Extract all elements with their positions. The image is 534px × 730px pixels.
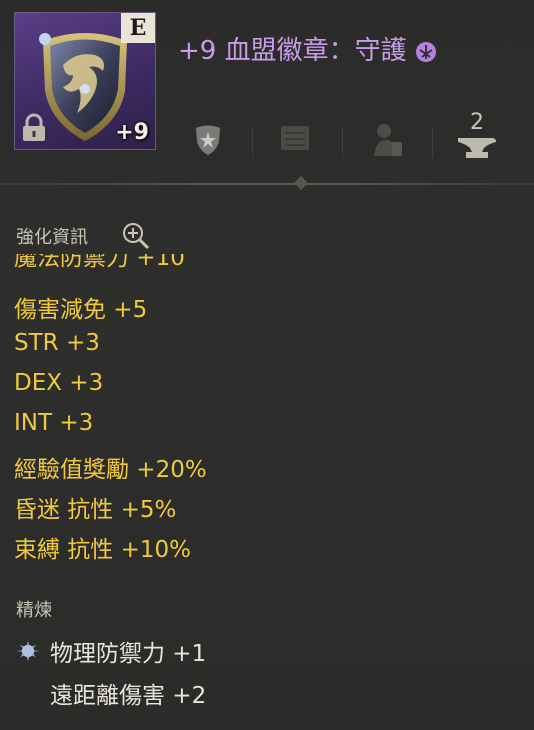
refine-gem-icon bbox=[16, 641, 40, 661]
anvil-icon[interactable] bbox=[456, 134, 498, 162]
refine-line: 遠距離傷害 +2 bbox=[50, 683, 207, 709]
enhance-level-label: +9 bbox=[115, 120, 149, 145]
refine-label: 精煉 bbox=[16, 600, 52, 621]
stat-line: 束縛 抗性 +10% bbox=[14, 537, 192, 563]
lock-icon[interactable] bbox=[21, 113, 47, 143]
disabled-scroll-icon bbox=[281, 126, 309, 150]
stat-line: INT +3 bbox=[14, 410, 94, 436]
stat-line: 魔法防禦力 +10 bbox=[14, 254, 185, 271]
item-title-text: +9 血盟徽章：守護 bbox=[178, 36, 407, 66]
header-divider bbox=[0, 183, 534, 185]
grade-badge: E bbox=[121, 13, 155, 43]
stat-list: 魔法防禦力 +10 傷害減免 +5 STR +3 DEX +3 INT +3 經… bbox=[0, 254, 534, 574]
stat-line: DEX +3 bbox=[14, 370, 104, 396]
stat-line: 傷害減免 +5 bbox=[14, 297, 148, 323]
refine-line: 物理防禦力 +1 bbox=[50, 641, 207, 667]
anvil-count: 2 bbox=[470, 110, 484, 135]
item-icon-slot[interactable]: E +9 bbox=[14, 12, 156, 150]
icon-separator bbox=[342, 128, 343, 158]
divider-ornament bbox=[293, 175, 309, 191]
stat-line: STR +3 bbox=[14, 330, 100, 356]
icon-separator bbox=[252, 128, 253, 158]
disabled-figure-icon bbox=[374, 124, 402, 156]
stat-line: 經驗值獎勵 +20% bbox=[14, 457, 207, 483]
enhance-info-label: 強化資訊 bbox=[16, 227, 88, 248]
icon-separator bbox=[432, 128, 433, 158]
item-tooltip-panel: E +9 +9 血盟徽章：守護 2 強化資訊 魔法防禦力 +10 傷害減免 +5… bbox=[0, 0, 534, 730]
stat-line: 昏迷 抗性 +5% bbox=[14, 497, 177, 523]
magnifier-plus-icon[interactable] bbox=[120, 220, 152, 250]
rune-circle-icon bbox=[415, 41, 436, 62]
shield-star-icon[interactable] bbox=[192, 122, 224, 156]
item-title: +9 血盟徽章：守護 bbox=[178, 30, 437, 67]
item-action-icon-row: 2 bbox=[186, 110, 506, 168]
